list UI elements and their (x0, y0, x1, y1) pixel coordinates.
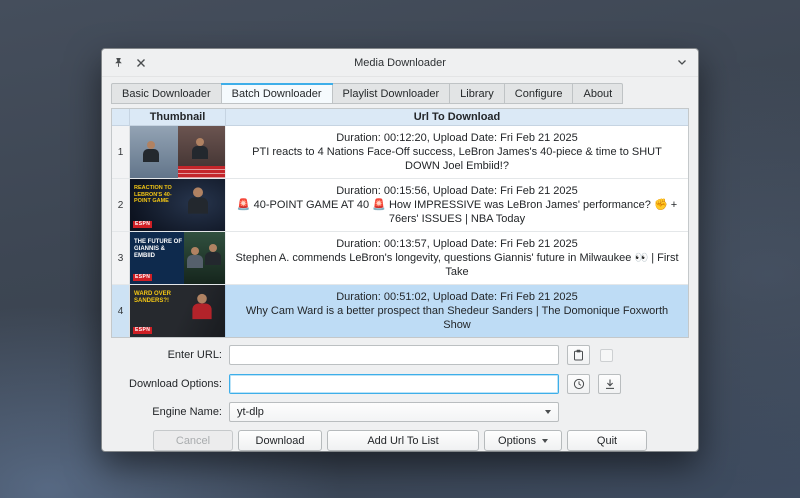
import-options-button[interactable] (598, 374, 621, 394)
thumbnail-cell: THE FUTURE OF GIANNIS & EMBIID ESPN (130, 232, 226, 284)
tab-playlist-downloader[interactable]: Playlist Downloader (333, 83, 451, 104)
column-header-thumbnail: Thumbnail (130, 109, 226, 125)
thumbnail-caption: THE FUTURE OF GIANNIS & EMBIID (134, 239, 182, 261)
chevron-down-icon (542, 439, 548, 443)
tab-basic-downloader[interactable]: Basic Downloader (111, 83, 222, 104)
video-meta: Duration: 00:12:20, Upload Date: Fri Feb… (234, 131, 680, 145)
enter-url-input[interactable] (229, 345, 559, 365)
tab-about[interactable]: About (573, 83, 623, 104)
thumbnail-cell (130, 126, 226, 178)
download-list-table: Thumbnail Url To Download 1 Duration: (111, 108, 689, 338)
engine-name-row: Engine Name: yt-dlp (111, 402, 689, 422)
url-cell: Duration: 00:13:57, Upload Date: Fri Feb… (226, 232, 688, 284)
tab-bar: Basic Downloader Batch Downloader Playli… (111, 83, 698, 104)
desktop-background: Media Downloader Basic Downloader Batch … (0, 0, 800, 498)
download-arrow-icon (604, 378, 616, 390)
download-options-input[interactable] (229, 374, 559, 394)
video-title: Why Cam Ward is a better prospect than S… (234, 304, 680, 333)
chevron-down-icon (545, 410, 551, 414)
video-thumbnail (130, 126, 225, 178)
thumbnail-caption: WARD OVER SANDERS?! (134, 291, 180, 305)
espn-logo: ESPN (133, 327, 152, 334)
row-number: 3 (112, 232, 130, 284)
url-cell: Duration: 00:51:02, Upload Date: Fri Feb… (226, 285, 688, 337)
app-window: Media Downloader Basic Downloader Batch … (101, 48, 699, 452)
titlebar-menu-button[interactable] (675, 56, 689, 70)
table-corner-header (112, 109, 130, 125)
window-title: Media Downloader (102, 57, 698, 69)
url-checkbox[interactable] (600, 349, 613, 362)
espn-logo: ESPN (133, 221, 152, 228)
video-meta: Duration: 00:13:57, Upload Date: Fri Feb… (234, 237, 680, 251)
row-number: 1 (112, 126, 130, 178)
thumbnail-caption: REACTION TO LEBRON'S 40-POINT GAME (134, 185, 184, 205)
thumbnail-cell: WARD OVER SANDERS?! ESPN (130, 285, 226, 337)
options-button[interactable]: Options (484, 430, 562, 451)
titlebar[interactable]: Media Downloader (102, 49, 698, 77)
action-button-row: Cancel Download Add Url To List Options … (102, 430, 698, 451)
engine-name-select[interactable]: yt-dlp (229, 402, 559, 422)
options-button-label: Options (498, 435, 536, 447)
tab-configure[interactable]: Configure (505, 83, 574, 104)
table-row[interactable]: 3 THE FUTURE OF GIANNIS & EMBIID ESPN Du… (112, 232, 688, 285)
engine-name-value: yt-dlp (237, 406, 264, 418)
enter-url-row: Enter URL: (111, 345, 689, 365)
engine-name-label: Engine Name: (111, 406, 229, 418)
thumbnail-cell: REACTION TO LEBRON'S 40-POINT GAME ESPN (130, 179, 226, 231)
download-options-row: Download Options: (111, 374, 689, 394)
close-icon[interactable] (134, 56, 148, 70)
download-options-label: Download Options: (111, 378, 229, 390)
pin-icon[interactable] (111, 56, 125, 70)
url-cell: Duration: 00:15:56, Upload Date: Fri Feb… (226, 179, 688, 231)
tab-batch-downloader[interactable]: Batch Downloader (222, 83, 333, 104)
video-meta: Duration: 00:15:56, Upload Date: Fri Feb… (234, 184, 680, 198)
table-row[interactable]: 1 Duration: 00:12:20, Upload Date: Fri F… (112, 126, 688, 179)
add-url-to-list-button[interactable]: Add Url To List (327, 430, 479, 451)
column-header-url: Url To Download (226, 111, 688, 123)
video-thumbnail: WARD OVER SANDERS?! ESPN (130, 285, 225, 337)
video-title: Stephen A. commends LeBron's longevity, … (234, 251, 680, 280)
enter-url-label: Enter URL: (111, 349, 229, 361)
tab-library[interactable]: Library (450, 83, 505, 104)
url-cell: Duration: 00:12:20, Upload Date: Fri Feb… (226, 126, 688, 178)
video-title: PTI reacts to 4 Nations Face-Off success… (234, 145, 680, 174)
video-meta: Duration: 00:51:02, Upload Date: Fri Feb… (234, 290, 680, 304)
download-button[interactable]: Download (238, 430, 322, 451)
cancel-button: Cancel (153, 430, 233, 451)
clock-icon (573, 378, 585, 390)
table-row-selected[interactable]: 4 WARD OVER SANDERS?! ESPN Duration: 00:… (112, 285, 688, 337)
table-header: Thumbnail Url To Download (112, 109, 688, 126)
video-thumbnail: THE FUTURE OF GIANNIS & EMBIID ESPN (130, 232, 225, 284)
history-button[interactable] (567, 374, 590, 394)
row-number: 2 (112, 179, 130, 231)
video-thumbnail: REACTION TO LEBRON'S 40-POINT GAME ESPN (130, 179, 225, 231)
clipboard-icon (573, 349, 584, 361)
espn-logo: ESPN (133, 274, 152, 281)
quit-button[interactable]: Quit (567, 430, 647, 451)
paste-clipboard-button[interactable] (567, 345, 590, 365)
video-title: 🚨 40-POINT GAME AT 40 🚨 How IMPRESSIVE w… (234, 198, 680, 227)
row-number: 4 (112, 285, 130, 337)
table-row[interactable]: 2 REACTION TO LEBRON'S 40-POINT GAME ESP… (112, 179, 688, 232)
